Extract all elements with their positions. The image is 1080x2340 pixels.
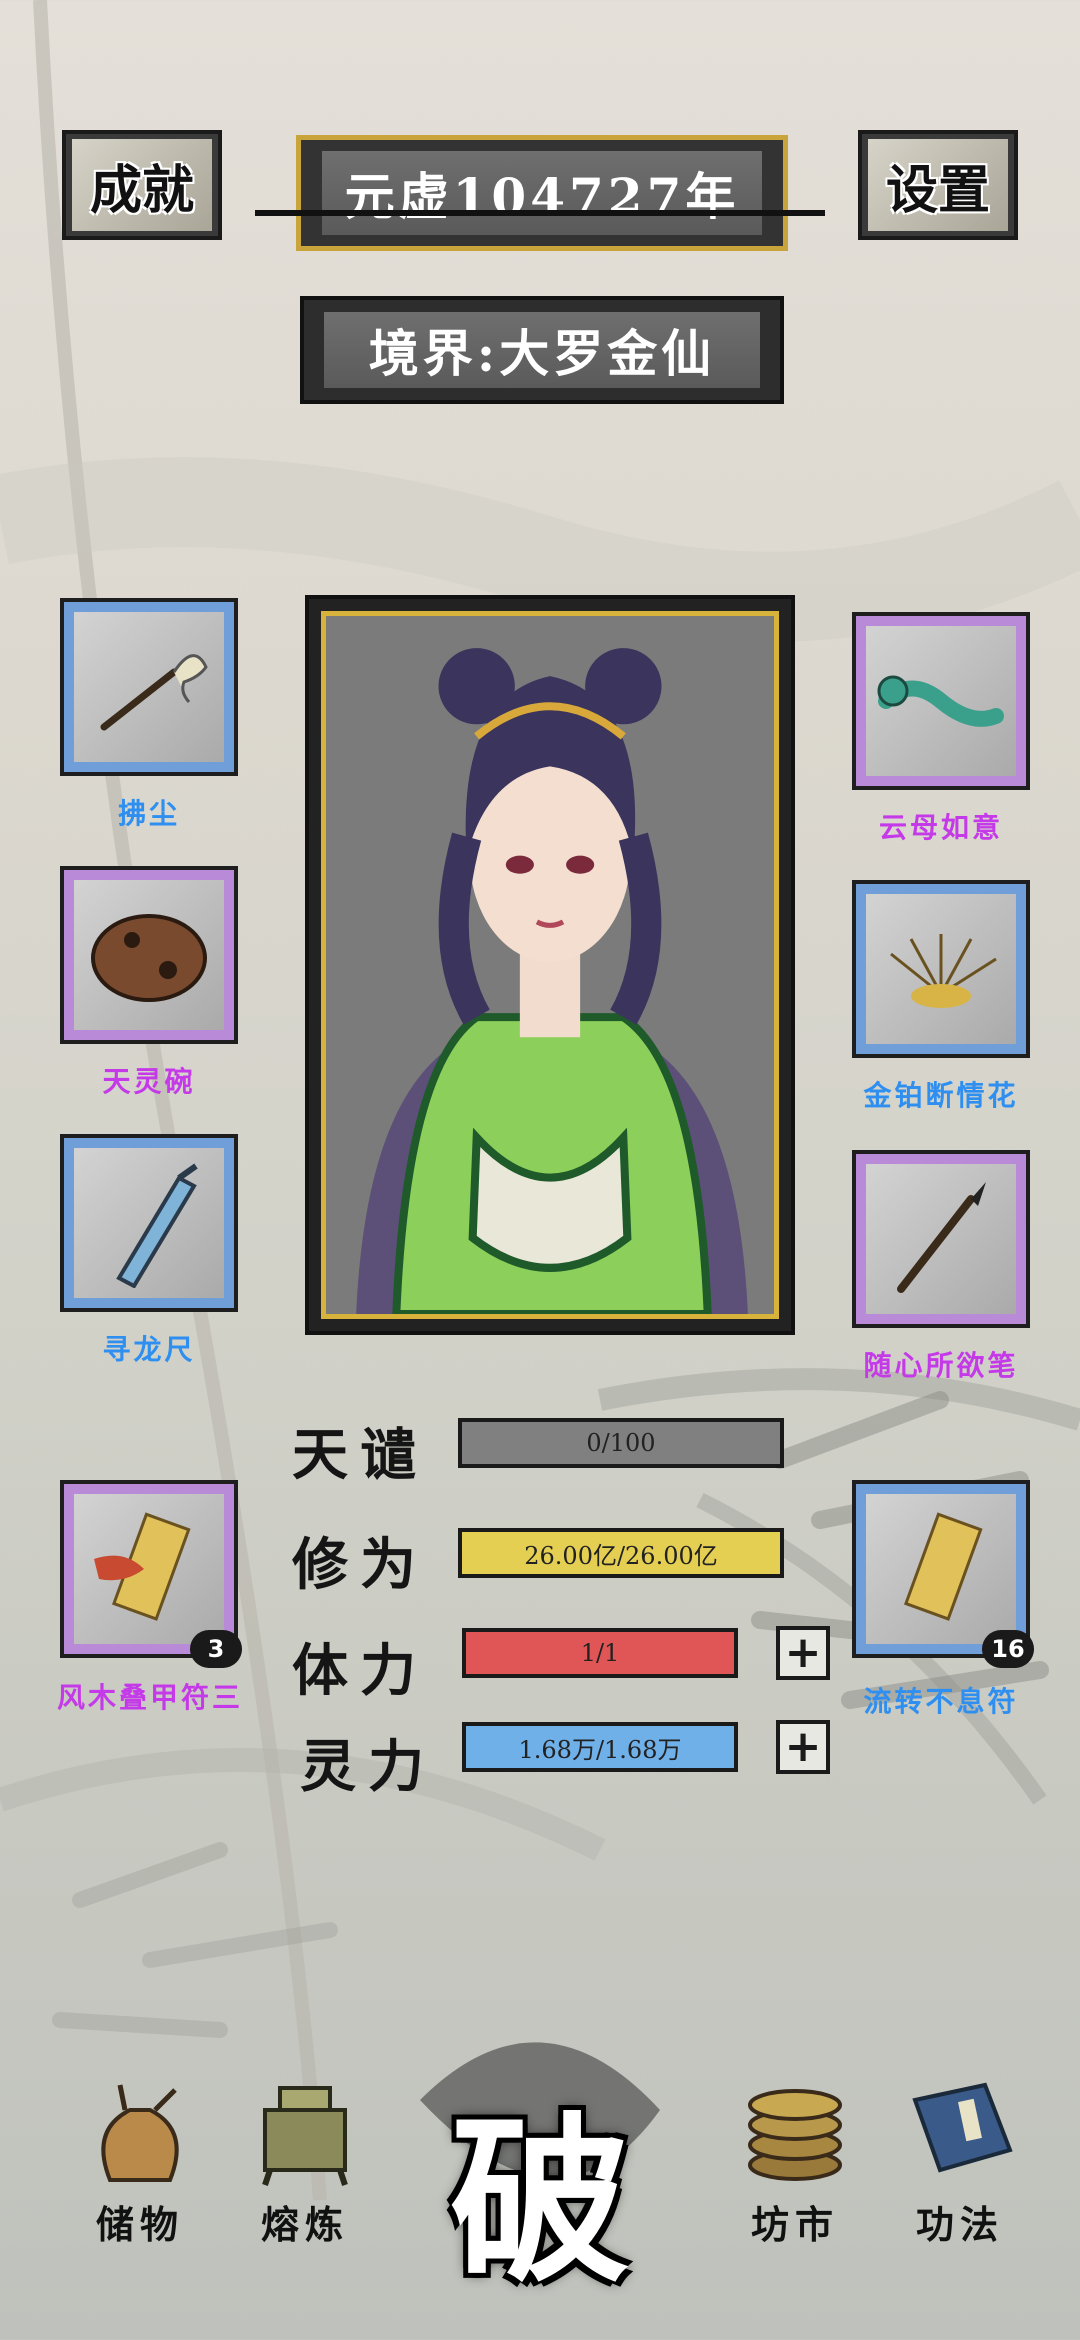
stat-label-cultivation: 修为 [292,1532,428,1598]
talisman-icon [903,1512,983,1621]
talisman-slot-flow[interactable]: 16 [852,1480,1034,1668]
equip-slot-ruler[interactable] [60,1134,238,1312]
nav-skills[interactable]: 功法 [885,2070,1035,2249]
stat-bar-stamina: 1/1 [462,1628,738,1678]
breakthrough-label: 破 [449,2095,630,2307]
achievements-label: 成就 [72,139,212,231]
equip-label-brush: 随心所欲笔 [863,1349,1019,1382]
equip-slot-bowl[interactable] [60,866,238,1044]
talisman-label-flow: 流转不息符 [863,1685,1019,1718]
coins-icon [748,2089,842,2181]
realm-banner: 境界:大罗金仙 [300,296,784,404]
pouch-icon [101,2084,179,2182]
add-spirit-button[interactable]: + [776,1720,830,1774]
equip-slot-whisk[interactable] [60,598,238,776]
equip-label-flower: 金铂断情花 [863,1079,1019,1112]
year-banner-rod [255,210,825,216]
equip-label-ruler: 寻龙尺 [102,1333,196,1366]
cauldron-icon [262,2086,348,2186]
equip-slot-ruyi[interactable] [852,612,1030,790]
talisman-label-armor: 风木叠甲符三 [56,1681,243,1714]
ruler-icon [116,1163,198,1288]
breakthrough-button[interactable]: 破 [420,2060,660,2310]
stat-bar-cultivation: 26.00亿/26.00亿 [458,1528,784,1578]
settings-button[interactable]: 设置 [858,130,1018,240]
stat-bar-tribulation: 0/100 [458,1418,784,1468]
nav-smelting[interactable]: 熔炼 [230,2070,380,2249]
nav-skills-label: 功法 [915,2202,1004,2247]
year-banner: 元虚104727年 [296,135,788,251]
stat-value-tribulation: 0/100 [586,1429,656,1457]
equip-label-ruyi: 云母如意 [878,811,1003,844]
settings-label: 设置 [868,139,1008,231]
nav-storage-label: 储物 [95,2202,184,2247]
add-stamina-button[interactable]: + [776,1626,830,1680]
nav-smelting-label: 熔炼 [260,2202,349,2247]
equip-label-whisk: 拂尘 [117,797,180,830]
gold-flower-icon [890,934,997,1008]
nav-market[interactable]: 坊市 [720,2070,870,2249]
bowl-icon [91,914,207,1002]
stat-value-spirit: 1.68万/1.68万 [518,1735,682,1764]
realm-label: 境界:大罗金仙 [324,312,760,388]
equip-slot-brush[interactable] [852,1150,1030,1328]
character-portrait [326,616,774,1314]
nav-market-label: 坊市 [750,2202,839,2247]
stat-label-tribulation: 天谴 [292,1422,428,1488]
stat-label-spirit: 灵力 [300,1734,436,1800]
achievements-button[interactable]: 成就 [62,130,222,240]
talisman-count-flow: 16 [982,1630,1034,1668]
year-label: 元虚104727年 [322,151,762,235]
nav-storage[interactable]: 储物 [65,2070,215,2249]
whisk-icon [100,654,208,731]
ruyi-icon [877,675,1004,727]
stat-value-cultivation: 26.00亿/26.00亿 [524,1541,718,1570]
equip-label-bowl: 天灵碗 [102,1065,196,1098]
character-portrait-frame [305,595,795,1335]
book-icon [912,2082,1013,2173]
talisman-icon [94,1512,191,1621]
stat-value-stamina: 1/1 [580,1639,620,1667]
talisman-slot-armor[interactable]: 3 [60,1480,242,1668]
stat-label-stamina: 体力 [292,1638,428,1704]
talisman-count-armor: 3 [190,1630,242,1668]
equip-slot-flower[interactable] [852,880,1030,1058]
brush-icon [897,1182,986,1293]
stat-bar-spirit: 1.68万/1.68万 [462,1722,738,1772]
